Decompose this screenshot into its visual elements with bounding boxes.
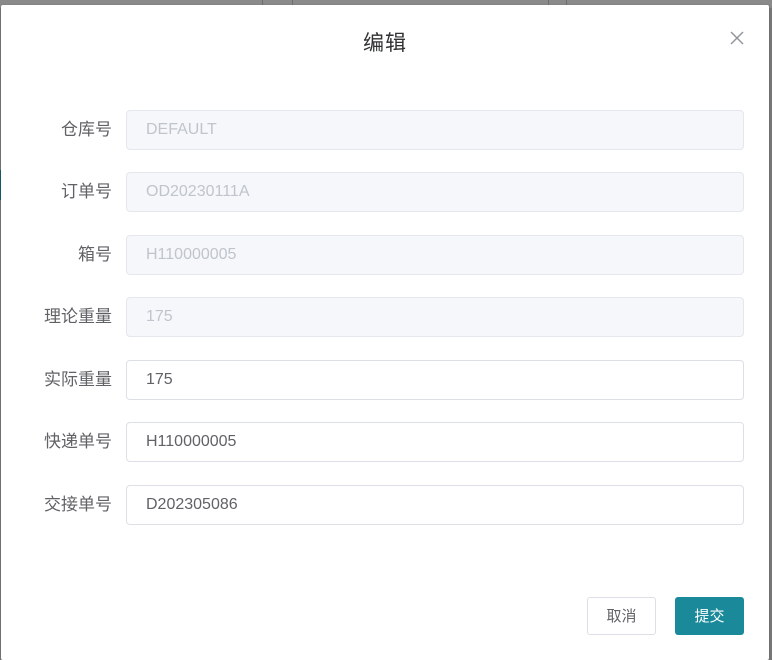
box-no-field-wrapper (126, 235, 744, 275)
form-row-handover-no: 交接单号 (1, 485, 769, 525)
theoretical-weight-field (127, 298, 743, 336)
actual-weight-field-wrapper (126, 360, 744, 400)
submit-button[interactable]: 提交 (675, 597, 744, 635)
box-no-field (127, 236, 743, 274)
cancel-button[interactable]: 取消 (587, 597, 656, 635)
form-row-order-no: 订单号 (1, 172, 769, 212)
warehouse-label: 仓库号 (61, 120, 112, 140)
handover-no-field[interactable] (127, 486, 743, 524)
theoretical-weight-field-wrapper (126, 297, 744, 337)
box-no-label: 箱号 (78, 245, 112, 265)
form-row-warehouse: 仓库号 (1, 110, 769, 150)
handover-no-label: 交接单号 (44, 495, 112, 515)
form-row-actual-weight: 实际重量 (1, 360, 769, 400)
order-no-label: 订单号 (61, 182, 112, 202)
handover-no-field-wrapper (126, 485, 744, 525)
order-no-field (127, 173, 743, 211)
express-no-field[interactable] (127, 423, 743, 461)
form-row-express-no: 快递单号 (1, 422, 769, 462)
close-button[interactable] (729, 30, 745, 46)
actual-weight-field[interactable] (127, 361, 743, 399)
edit-dialog: 编辑 仓库号 订单号 箱号 理论重量 (1, 5, 769, 660)
actual-weight-label: 实际重量 (44, 370, 112, 390)
dialog-header: 编辑 (1, 5, 769, 85)
theoretical-weight-label: 理论重量 (44, 307, 112, 327)
warehouse-field-wrapper (126, 110, 744, 150)
form-row-theoretical-weight: 理论重量 (1, 297, 769, 337)
warehouse-field (127, 111, 743, 149)
express-no-label: 快递单号 (44, 432, 112, 452)
form-row-box-no: 箱号 (1, 235, 769, 275)
order-no-field-wrapper (126, 172, 744, 212)
express-no-field-wrapper (126, 422, 744, 462)
close-icon (730, 31, 744, 45)
dialog-title: 编辑 (363, 31, 407, 55)
